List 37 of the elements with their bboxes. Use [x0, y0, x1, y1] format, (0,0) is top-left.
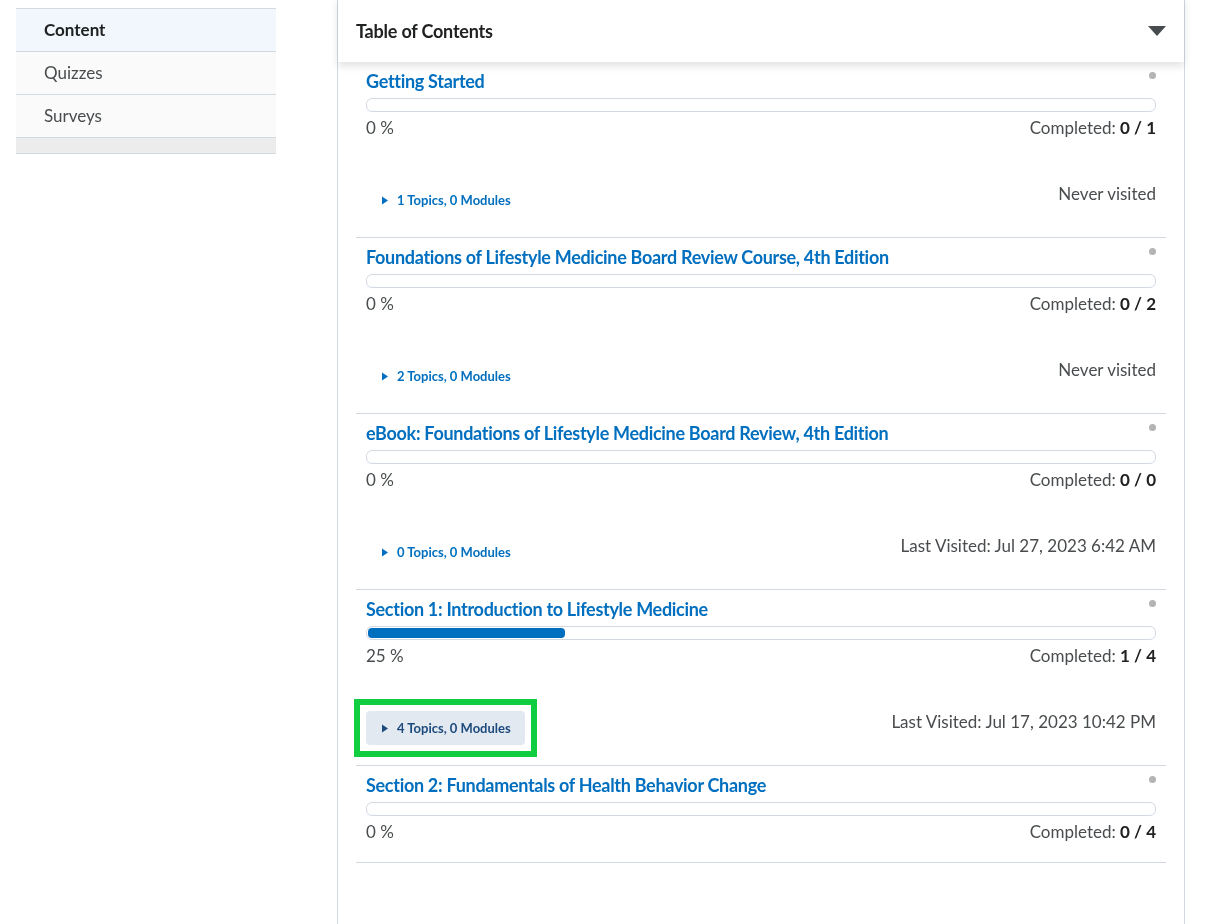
percent-text: 25 % — [366, 645, 404, 666]
sidebar-item[interactable]: Quizzes — [16, 52, 276, 95]
completed-text: Completed: 1 / 4 — [1029, 645, 1156, 666]
visited-text: Last Visited: Jul 17, 2023 10:42 PM — [891, 711, 1156, 732]
status-dot — [1149, 248, 1156, 255]
percent-text: 0 % — [366, 469, 394, 490]
visited-text: Never visited — [1058, 183, 1156, 204]
completed-text: Completed: 0 / 4 — [1029, 821, 1156, 842]
status-dot — [1149, 72, 1156, 79]
topics-toggle-button[interactable]: 1 Topics, 0 Modules — [366, 183, 525, 217]
visited-text: Last Visited: Jul 27, 2023 6:42 AM — [900, 535, 1156, 556]
completed-text: Completed: 0 / 2 — [1029, 293, 1156, 314]
status-dot — [1149, 600, 1156, 607]
percent-text: 0 % — [366, 117, 394, 138]
completed-text: Completed: 0 / 0 — [1029, 469, 1156, 490]
triangle-icon — [382, 371, 388, 381]
triangle-icon — [382, 547, 388, 557]
sidebar-item[interactable]: Content — [16, 9, 276, 52]
table-of-contents-header[interactable]: Table of Contents — [338, 0, 1184, 62]
module-title-link[interactable]: Section 2: Fundamentals of Health Behavior Change — [366, 774, 766, 796]
visited-text: Never visited — [1058, 359, 1156, 380]
triangle-icon — [382, 195, 388, 205]
module-title-link[interactable]: Section 1: Introduction to Lifestyle Medicine — [366, 598, 708, 620]
percent-text: 0 % — [366, 293, 394, 314]
topics-toggle-button[interactable]: 4 Topics, 0 Modules — [366, 711, 525, 745]
module-title-link[interactable]: Getting Started — [366, 70, 485, 92]
triangle-icon — [382, 723, 388, 733]
module-title-link[interactable]: Foundations of Lifestyle Medicine Board Review Course, 4th Edition — [366, 246, 889, 268]
completed-text: Completed: 0 / 1 — [1029, 117, 1156, 138]
topics-toggle-button[interactable]: 2 Topics, 0 Modules — [366, 359, 525, 393]
topics-toggle-button[interactable]: 0 Topics, 0 Modules — [366, 535, 525, 569]
status-dot — [1149, 776, 1156, 783]
module-title-link[interactable]: eBook: Foundations of Lifestyle Medicine Board Review, 4th Edition — [366, 422, 889, 444]
caret-icon[interactable] — [1148, 26, 1166, 36]
percent-text: 0 % — [366, 821, 394, 842]
status-dot — [1149, 424, 1156, 431]
toc-title: Table of Contents — [356, 20, 493, 42]
